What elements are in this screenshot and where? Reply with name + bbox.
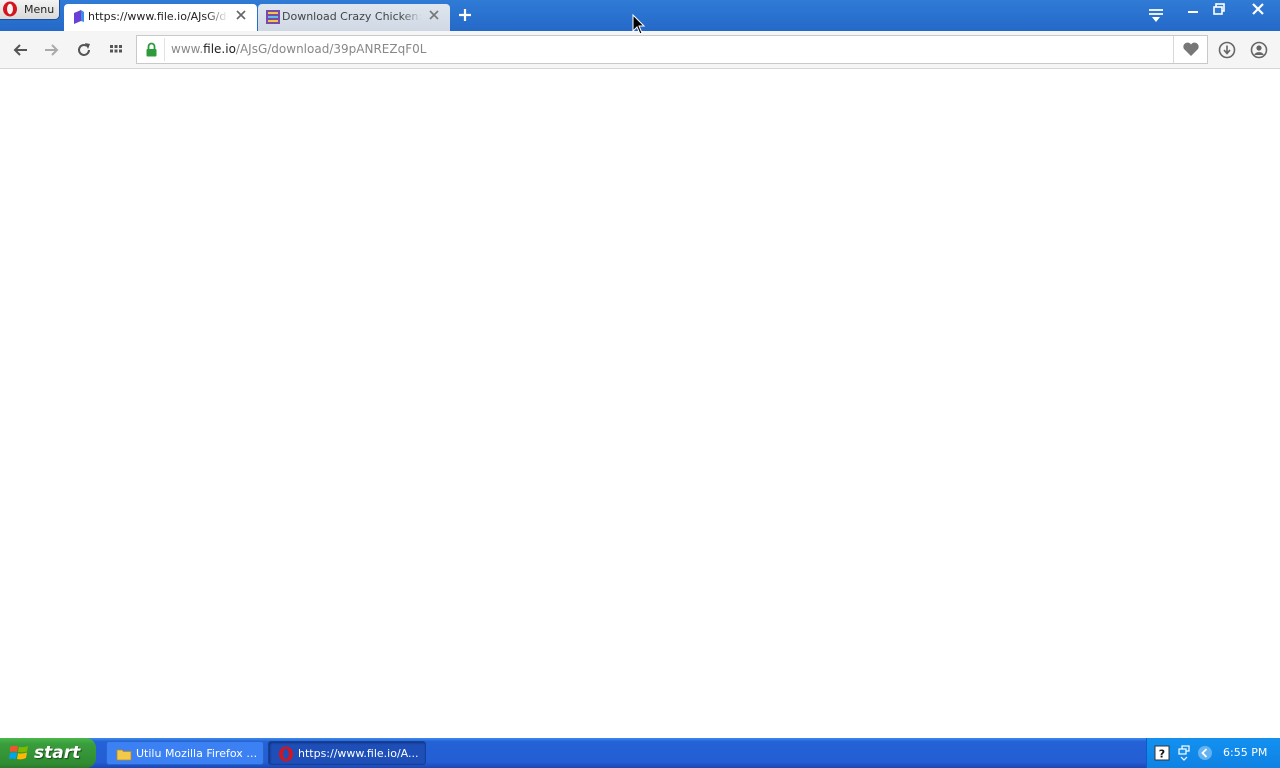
menu-label: Menu [24, 3, 55, 16]
url-host: file.io [203, 42, 236, 56]
close-tab-icon[interactable] [235, 9, 247, 21]
clock: 6:55 PM [1223, 746, 1268, 759]
tab-crazy-chicken[interactable]: Download Crazy Chicken: The Pharaoh's Tr… [258, 4, 450, 31]
secure-lock-icon[interactable] [145, 42, 158, 57]
restore-window-icon[interactable] [1206, 0, 1232, 20]
taskbar-item-label: Utilu Mozilla Firefox C... [136, 747, 258, 760]
new-tab-plus-icon[interactable] [456, 6, 474, 24]
address-bar[interactable]: www.file.io/AJsG/download/39pANREZqF0L [136, 35, 1208, 64]
svg-text:?: ? [1159, 748, 1165, 761]
account-icon[interactable] [1250, 41, 1268, 59]
url-prefix: www. [171, 42, 204, 56]
page-content [0, 70, 1280, 738]
start-label: start [34, 743, 81, 763]
tab-file-io[interactable]: https://www.file.io/AJsG/download/39pANR… [64, 4, 257, 31]
windows-flag-icon [9, 745, 28, 760]
system-tray: ? 6:55 PM [1146, 738, 1280, 768]
mouse-cursor-icon [632, 14, 646, 35]
folder-icon [116, 749, 132, 761]
windows-taskbar: start Utilu Mozilla Firefox C... https:/… [0, 738, 1280, 768]
tab-menu-icon[interactable] [1146, 6, 1166, 24]
downloads-icon[interactable] [1218, 41, 1236, 59]
heart-icon [1183, 42, 1199, 56]
forward-arrow-icon[interactable] [42, 41, 60, 59]
tab-title: https://www.file.io/AJsG/download/39pANR… [88, 10, 228, 23]
taskbar-item-opera[interactable]: https://www.file.io/A... [268, 741, 426, 765]
url-text[interactable]: www.file.io/AJsG/download/39pANREZqF0L [171, 42, 426, 56]
browser-toolbar: www.file.io/AJsG/download/39pANREZqF0L [0, 31, 1280, 69]
opera-logo-icon [3, 1, 17, 17]
back-arrow-icon[interactable] [12, 41, 30, 59]
site-favicon-icon [266, 10, 280, 24]
collapse-tray-chevron-icon[interactable] [1197, 745, 1213, 761]
close-window-icon[interactable] [1236, 0, 1280, 20]
opera-menu-button[interactable]: Menu [0, 0, 60, 20]
start-button[interactable]: start [0, 738, 96, 768]
network-icon[interactable] [1176, 745, 1192, 761]
minimize-window-icon[interactable] [1180, 0, 1206, 20]
opera-logo-icon [279, 746, 293, 762]
address-separator [164, 38, 165, 61]
help-icon[interactable]: ? [1154, 745, 1170, 761]
taskbar-item-label: https://www.file.io/A... [298, 747, 419, 760]
speed-dial-grid-icon[interactable] [107, 41, 125, 59]
close-tab-icon[interactable] [428, 9, 440, 21]
url-path: /AJsG/download/39pANREZqF0L [235, 42, 427, 56]
taskbar-item-utilu-folder[interactable]: Utilu Mozilla Firefox C... [106, 741, 264, 765]
tab-title: Download Crazy Chicken: The Pharaoh's Tr… [282, 10, 422, 23]
bookmark-button[interactable] [1173, 36, 1207, 63]
reload-icon[interactable] [75, 41, 93, 59]
file-io-favicon-icon [74, 10, 84, 24]
